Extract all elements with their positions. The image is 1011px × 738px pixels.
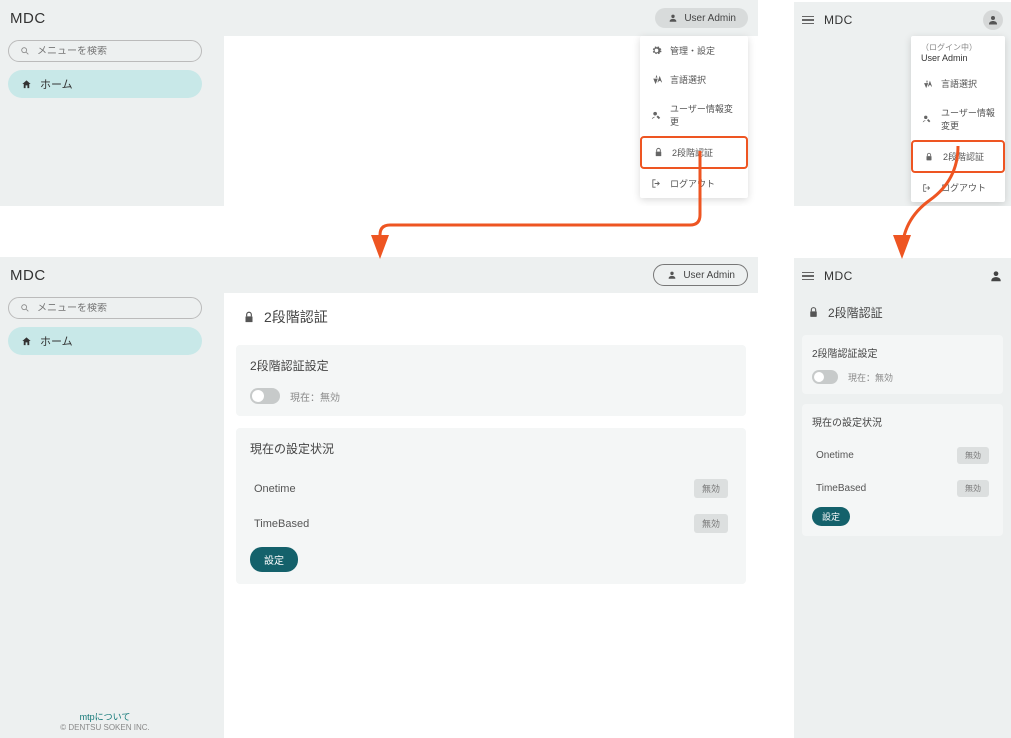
user-label: User Admin	[684, 13, 736, 24]
menu-logout-label-m: ログアウト	[941, 181, 986, 194]
timebased-badge-m: 無効	[957, 480, 989, 497]
onetime-badge-m: 無効	[957, 447, 989, 464]
timebased-badge: 無効	[694, 514, 728, 533]
nav-home-label: ホーム	[40, 76, 73, 92]
brand-logo-mobile-2: MDC	[824, 269, 853, 283]
status-title: 現在の設定状況	[250, 440, 732, 457]
person-edit-icon	[650, 109, 662, 121]
login-status-label: （ログイン中）	[911, 36, 1005, 53]
status-card-m: 現在の設定状況 Onetime 無効 TimeBased 無効 設定	[802, 404, 1003, 536]
menu-logout-label: ログアウト	[670, 177, 715, 190]
nav-home[interactable]: ホーム	[8, 70, 202, 98]
search-input-wrapper-2[interactable]	[8, 297, 202, 319]
footer-link[interactable]: mtpについて	[0, 710, 210, 723]
page-title-text-m: 2段階認証	[828, 304, 883, 321]
menu-language[interactable]: 言語選択	[640, 65, 748, 94]
home-icon	[20, 335, 32, 347]
menu-userinfo-label-m: ユーザー情報変更	[941, 106, 995, 132]
search-input-2[interactable]	[37, 303, 191, 314]
nav-home-2[interactable]: ホーム	[8, 327, 202, 355]
user-admin-button-2[interactable]: User Admin	[653, 264, 748, 286]
brand-logo-mobile: MDC	[824, 13, 853, 27]
status-card: 現在の設定状況 Onetime 無効 TimeBased 無効 設定	[236, 428, 746, 584]
menu-admin[interactable]: 管理・設定	[640, 36, 748, 65]
settings-card-m: 2段階認証設定 現在：無効	[802, 335, 1003, 394]
menu-twofa-m[interactable]: 2段階認証	[911, 140, 1005, 173]
hamburger-menu-2[interactable]	[802, 272, 814, 281]
menu-admin-label: 管理・設定	[670, 44, 715, 57]
menu-userinfo-m[interactable]: ユーザー情報変更	[911, 98, 1005, 140]
onetime-badge: 無効	[694, 479, 728, 498]
config-button[interactable]: 設定	[250, 547, 298, 572]
nav-home-label-2: ホーム	[40, 333, 73, 349]
menu-language-m[interactable]: 言語選択	[911, 69, 1005, 98]
footer-copyright: © DENTSU SOKEN INC.	[0, 723, 210, 732]
settings-title-m: 2段階認証設定	[812, 345, 993, 360]
user-dropdown: 管理・設定 言語選択 ユーザー情報変更 2段階認証 ログアウト	[640, 36, 748, 198]
logout-icon	[650, 178, 662, 190]
onetime-row-m: Onetime 無効	[812, 439, 993, 472]
twofa-toggle-m[interactable]	[812, 370, 838, 384]
settings-title: 2段階認証設定	[250, 357, 732, 374]
timebased-label: TimeBased	[254, 518, 309, 530]
search-icon	[19, 45, 31, 57]
onetime-row: Onetime 無効	[250, 471, 732, 506]
menu-twofa-label-m: 2段階認証	[943, 150, 984, 163]
onetime-label: Onetime	[254, 483, 296, 495]
search-input-wrapper[interactable]	[8, 40, 202, 62]
timebased-row-m: TimeBased 無効	[812, 472, 993, 505]
settings-card: 2段階認証設定 現在：無効	[236, 345, 746, 416]
menu-twofa-label: 2段階認証	[672, 146, 713, 159]
timebased-row: TimeBased 無効	[250, 506, 732, 541]
menu-logout[interactable]: ログアウト	[640, 169, 748, 198]
translate-icon	[921, 78, 933, 90]
home-icon	[20, 78, 32, 90]
page-title: 2段階認証	[224, 293, 758, 341]
person-icon[interactable]	[989, 269, 1003, 283]
search-input[interactable]	[37, 46, 191, 57]
user-dropdown-mobile: （ログイン中） User Admin 言語選択 ユーザー情報変更 2段階認証 ロ…	[911, 36, 1005, 202]
brand-logo: MDC	[10, 10, 46, 27]
page-title-m: 2段階認証	[802, 294, 1003, 331]
translate-icon	[650, 74, 662, 86]
onetime-label-m: Onetime	[816, 450, 854, 461]
menu-language-label-m: 言語選択	[941, 77, 977, 90]
twofa-toggle[interactable]	[250, 388, 280, 404]
lock-icon	[242, 310, 256, 324]
lock-icon	[652, 147, 664, 159]
toggle-label: 現在：無効	[290, 389, 340, 404]
page-title-text: 2段階認証	[264, 307, 328, 327]
user-avatar-button[interactable]	[983, 10, 1003, 30]
config-button-m[interactable]: 設定	[812, 507, 850, 526]
person-icon	[666, 269, 678, 281]
status-title-m: 現在の設定状況	[812, 414, 993, 429]
lock-icon	[923, 151, 935, 163]
timebased-label-m: TimeBased	[816, 483, 866, 494]
person-edit-icon	[921, 113, 933, 125]
brand-logo-2: MDC	[10, 267, 46, 284]
hamburger-menu[interactable]	[802, 16, 814, 25]
lock-icon	[806, 306, 820, 320]
user-label-2: User Admin	[683, 270, 735, 281]
person-icon	[667, 12, 679, 24]
search-icon	[19, 302, 31, 314]
toggle-label-m: 現在：無効	[848, 371, 893, 384]
menu-language-label: 言語選択	[670, 73, 706, 86]
menu-logout-m[interactable]: ログアウト	[911, 173, 1005, 202]
gear-icon	[650, 45, 662, 57]
menu-userinfo-label: ユーザー情報変更	[670, 102, 738, 128]
user-admin-button[interactable]: User Admin	[655, 8, 748, 28]
logout-icon	[921, 182, 933, 194]
menu-twofa[interactable]: 2段階認証	[640, 136, 748, 169]
menu-userinfo[interactable]: ユーザー情報変更	[640, 94, 748, 136]
login-name: User Admin	[911, 53, 1005, 69]
